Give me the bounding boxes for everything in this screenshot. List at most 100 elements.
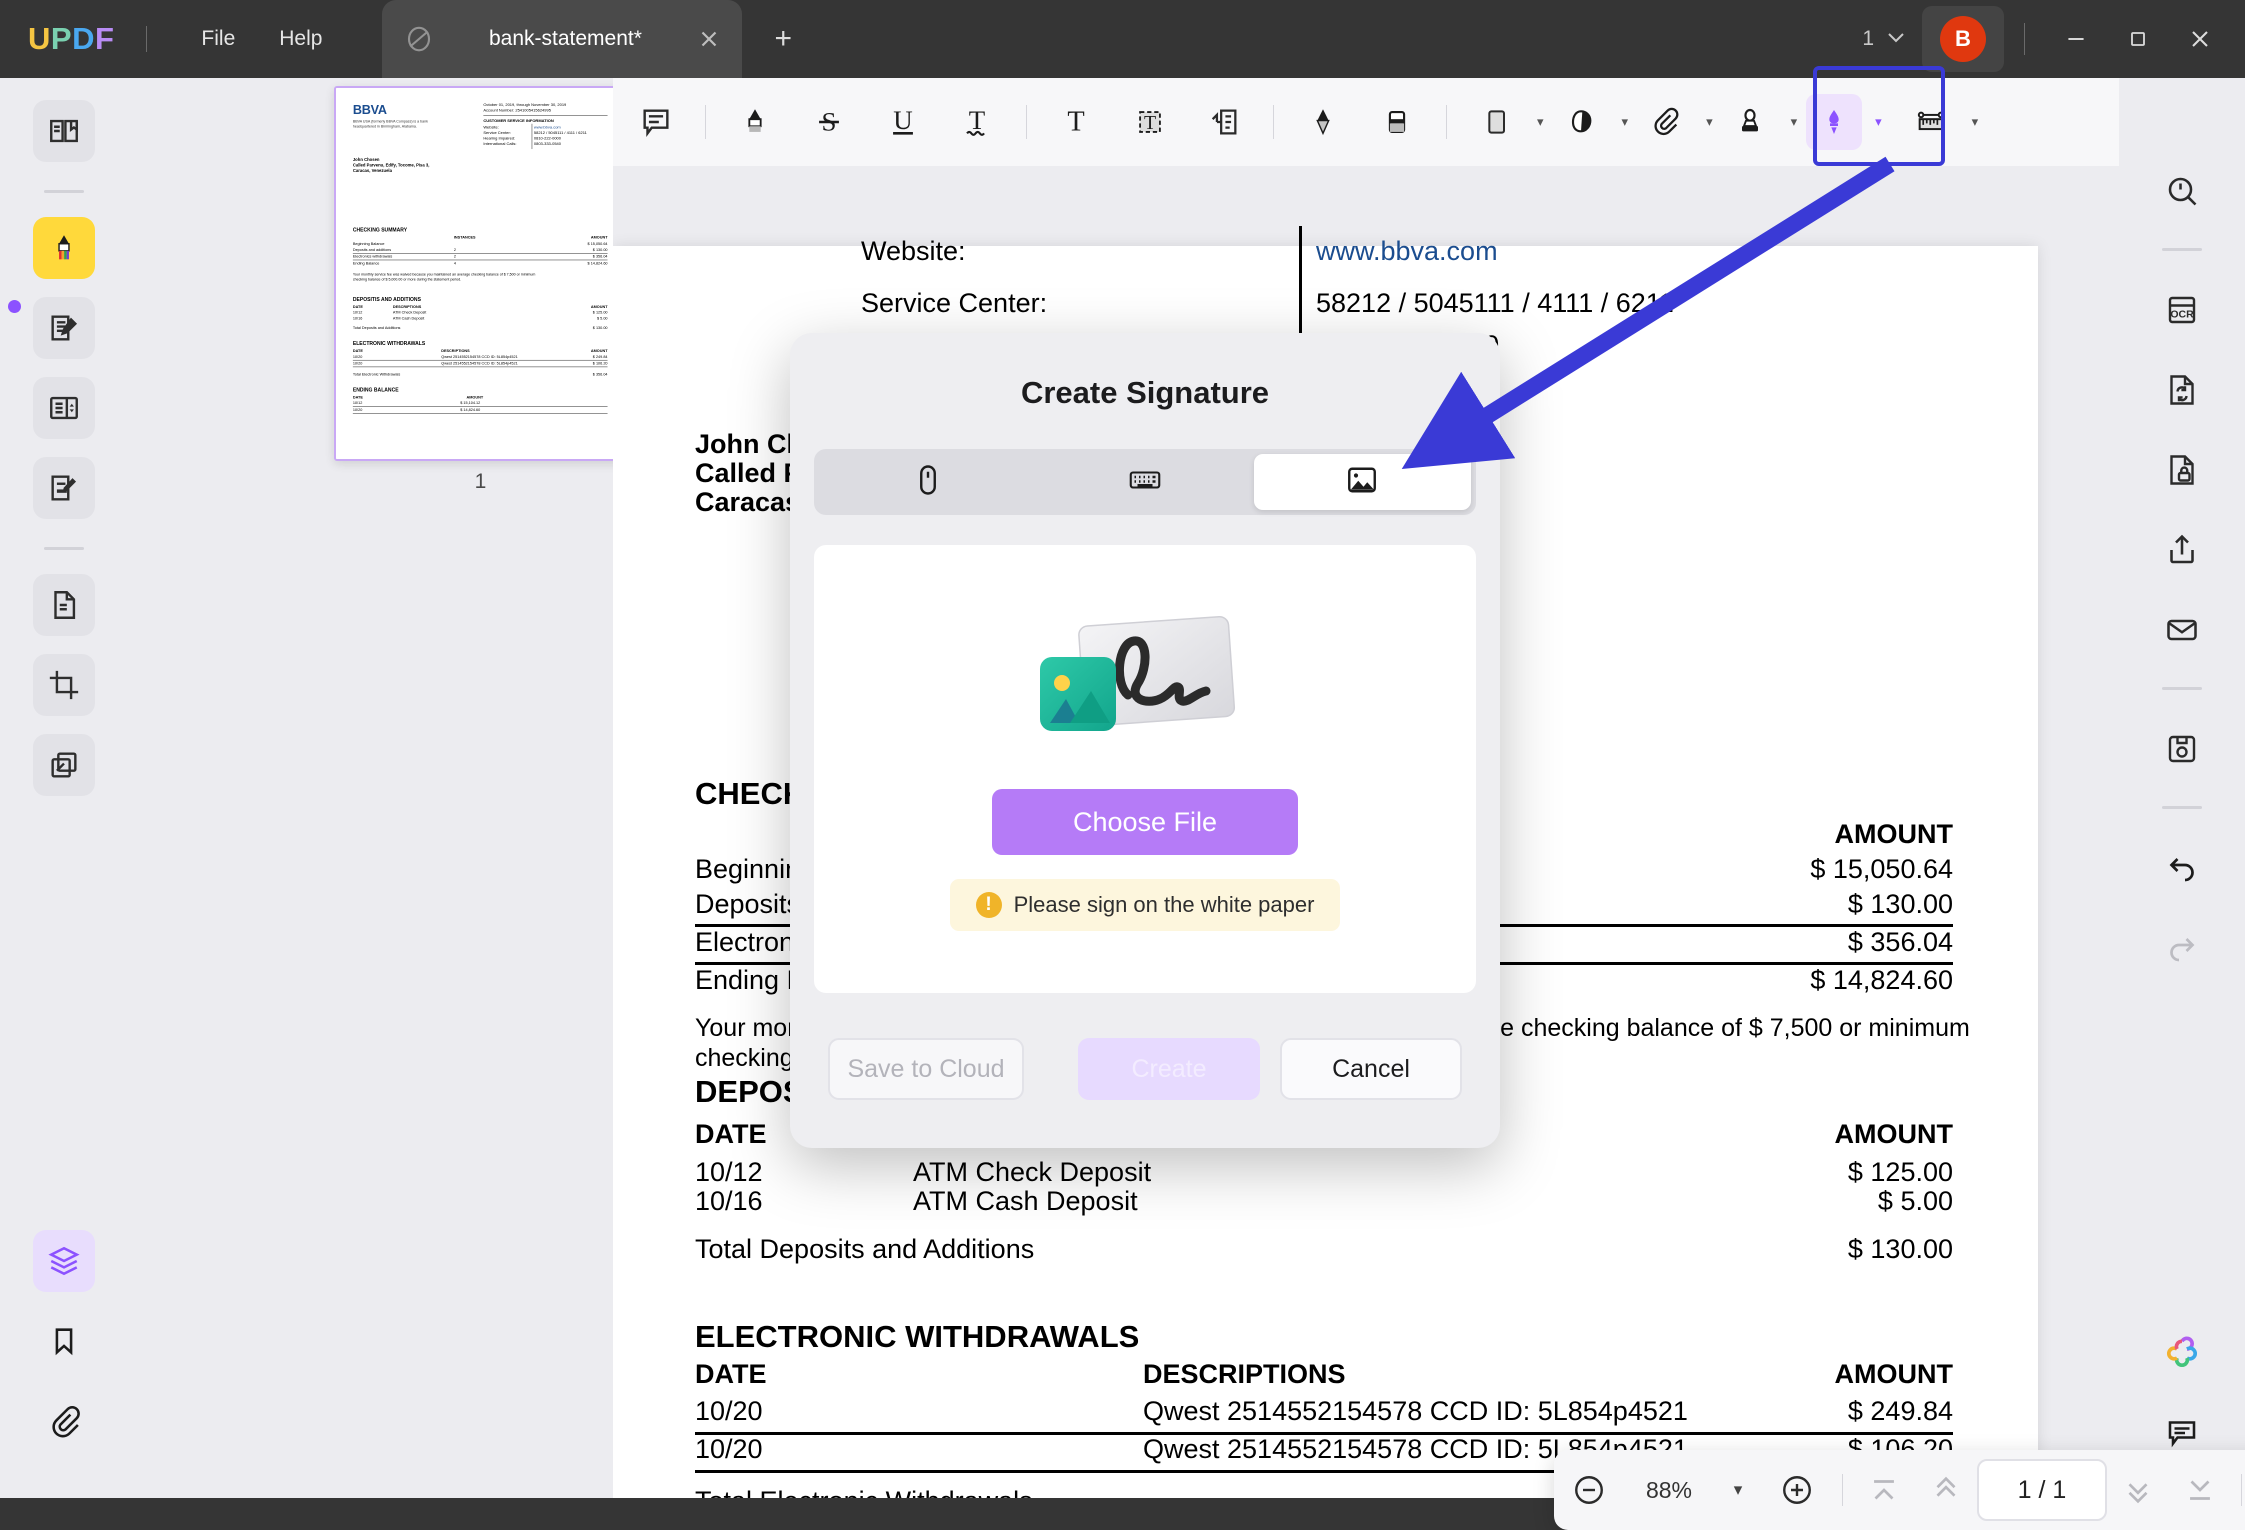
pencil-icon[interactable] <box>1295 94 1351 150</box>
strikethrough-icon[interactable]: S <box>801 94 857 150</box>
create-signature-dialog[interactable]: Create Signature <box>790 333 1500 1148</box>
zoom-in-icon[interactable] <box>1762 1460 1832 1520</box>
account-button[interactable]: B <box>1922 6 2004 72</box>
zoom-out-icon[interactable] <box>1554 1460 1624 1520</box>
text-box-icon[interactable]: T <box>1048 94 1104 150</box>
thumb-csi-v2: 0810-222-0000 <box>534 136 561 141</box>
shapes-icon[interactable] <box>1468 94 1524 150</box>
measure-tool-group[interactable]: ▾ <box>1894 94 1979 150</box>
page-thumbnail[interactable]: BBVA BBVA USA (formerly BBVA Compass) is… <box>334 86 627 461</box>
left-tool-rail <box>0 78 128 1498</box>
ai-assistant-icon[interactable] <box>2153 1324 2211 1382</box>
create-button[interactable]: Create <box>1078 1038 1260 1100</box>
type-keyboard-tab[interactable] <box>1036 454 1253 510</box>
text-callout-icon[interactable]: T <box>1122 94 1178 150</box>
chevron-down-icon[interactable]: ▾ <box>1714 1460 1762 1520</box>
doc-cs-row2-amount: $ 356.04 <box>1653 927 1953 958</box>
page-organize-icon[interactable] <box>33 377 95 439</box>
thumb-csi-l0: Website: <box>483 125 498 130</box>
stamp-shape-icon[interactable] <box>1553 94 1609 150</box>
next-page-icon[interactable] <box>2107 1460 2169 1520</box>
doc-cs-row1-amount: $ 130.00 <box>1653 889 1953 920</box>
share-icon[interactable] <box>2153 521 2211 579</box>
underline-icon[interactable]: U <box>875 94 931 150</box>
first-page-icon[interactable] <box>1853 1460 1915 1520</box>
edit-pdf-icon[interactable] <box>33 297 95 359</box>
redo-icon[interactable] <box>2153 919 2211 977</box>
last-page-icon[interactable] <box>2169 1460 2231 1520</box>
convert-icon[interactable] <box>2153 361 2211 419</box>
menu-file[interactable]: File <box>179 19 257 59</box>
thumb-note1: BBVA USA (formerly BBVA Compass) is a ba… <box>353 120 428 124</box>
doc-wd-row1-date: 10/20 <box>695 1434 763 1465</box>
search-icon[interactable] <box>2153 162 2211 220</box>
thumb-dep-head: DEPOSITIS AND ADDITIONS <box>353 296 421 302</box>
undo-icon[interactable] <box>2153 839 2211 897</box>
document-tab[interactable]: bank-statement* <box>382 0 742 78</box>
zoom-level-label[interactable]: 88% <box>1624 1477 1714 1504</box>
cancel-button[interactable]: Cancel <box>1280 1038 1462 1100</box>
protect-lock-icon[interactable] <box>2153 441 2211 499</box>
app-logo: UPDF <box>28 21 114 57</box>
close-icon[interactable] <box>696 26 722 52</box>
image-upload-tab[interactable] <box>1254 454 1471 510</box>
shapes-tool-group[interactable]: ▾ <box>1459 94 1544 150</box>
reader-mode-icon[interactable] <box>33 100 95 162</box>
crop-page-icon[interactable] <box>33 654 95 716</box>
svg-text:T: T <box>969 105 985 135</box>
annotate-highlighter-icon[interactable] <box>33 217 95 279</box>
thumb-cs-i2: 2 <box>454 254 456 258</box>
squiggly-underline-icon[interactable]: T <box>949 94 1005 150</box>
page-indicator[interactable]: 1 / 1 <box>1977 1459 2107 1521</box>
menu-help[interactable]: Help <box>257 19 344 59</box>
prev-page-icon[interactable] <box>1915 1460 1977 1520</box>
save-icon[interactable] <box>2153 720 2211 778</box>
form-fill-icon[interactable] <box>33 457 95 519</box>
thumb-wd-a1: $ 106.20 <box>547 361 608 365</box>
dialog-footer: Save to Cloud Create Cancel <box>790 1038 1500 1100</box>
maximize-icon[interactable] <box>2107 15 2169 63</box>
sticky-note-icon[interactable] <box>628 94 684 150</box>
chevron-down-icon[interactable]: ▾ <box>1972 114 1979 130</box>
chevron-down-icon[interactable]: ▾ <box>1875 114 1882 130</box>
thumb-wd-d1: 10/20 <box>353 361 362 365</box>
signature-tool-group[interactable]: ▾ <box>1797 94 1882 150</box>
doc-dep-col-date: DATE <box>695 1119 767 1150</box>
attachment-icon[interactable] <box>1637 94 1693 150</box>
stamp-tool-group[interactable]: ▾ <box>1713 94 1798 150</box>
convert-pdf-icon[interactable] <box>33 574 95 636</box>
attachment-tool-group[interactable]: ▾ <box>1628 94 1713 150</box>
highlight-icon[interactable] <box>727 94 783 150</box>
thumb-wd-s0: Qwest 2514552154578 CCD ID: 5L854p4521 <box>441 354 517 358</box>
right-tool-rail: OCR <box>2119 78 2245 1498</box>
eraser-icon[interactable] <box>1369 94 1425 150</box>
layers-icon[interactable] <box>33 1230 95 1292</box>
stamp-shape-tool-group[interactable]: ▾ <box>1544 94 1629 150</box>
choose-file-button[interactable]: Choose File <box>992 789 1298 855</box>
bottombar-divider-1 <box>1842 1474 1843 1506</box>
window-close-icon[interactable] <box>2169 15 2231 63</box>
email-icon[interactable] <box>2153 601 2211 659</box>
thumb-wd-cd: DATE <box>353 349 363 353</box>
batch-process-icon[interactable] <box>33 734 95 796</box>
signature-pen-icon[interactable] <box>1806 94 1862 150</box>
hint-text: Please sign on the white paper <box>1014 892 1315 918</box>
bookmark-icon[interactable] <box>33 1310 95 1372</box>
doc-wd-row0-date: 10/20 <box>695 1396 763 1427</box>
dialog-title: Create Signature <box>790 375 1500 411</box>
ocr-icon[interactable]: OCR <box>2153 281 2211 339</box>
signature-upload-area[interactable]: Choose File ! Please sign on the white p… <box>814 545 1476 993</box>
tab-title: bank-statement* <box>434 27 696 51</box>
doc-wd-row0-amount: $ 249.84 <box>1653 1396 1953 1427</box>
minimize-icon[interactable] <box>2045 15 2107 63</box>
new-tab-button[interactable]: + <box>774 22 792 56</box>
text-replace-icon[interactable] <box>1196 94 1252 150</box>
save-to-cloud-button[interactable]: Save to Cloud <box>828 1038 1024 1100</box>
draw-mouse-tab[interactable] <box>819 454 1036 510</box>
chevron-down-icon[interactable] <box>1884 25 1908 54</box>
stamp-icon[interactable] <box>1722 94 1778 150</box>
thumb-wd-a0: $ 249.84 <box>547 354 608 358</box>
thumb-wd-s1: Qwest 2514552154578 CCD ID: 5L854p4521 <box>441 361 517 365</box>
attachment-icon[interactable] <box>33 1390 95 1452</box>
measure-ruler-icon[interactable] <box>1903 94 1959 150</box>
